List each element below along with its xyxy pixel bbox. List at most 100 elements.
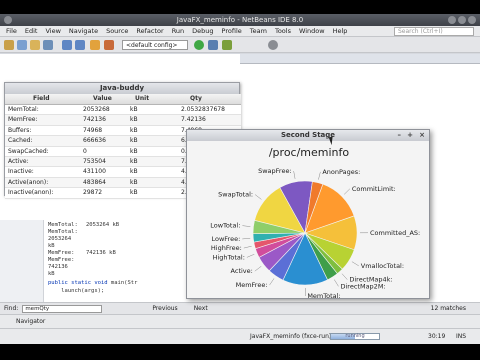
- close-icon[interactable]: ×: [419, 130, 425, 141]
- build-icon[interactable]: [90, 40, 100, 50]
- menu-help[interactable]: Help: [329, 26, 352, 36]
- pie-slice-label: Committed_AS:: [370, 229, 420, 237]
- menu-view[interactable]: View: [41, 26, 64, 36]
- pie-slice-label: AnonPages:: [322, 168, 360, 176]
- column-qty[interactable]: Qty: [190, 94, 202, 104]
- profile-icon[interactable]: [222, 40, 232, 50]
- window-menu-icon[interactable]: [4, 16, 12, 24]
- menu-window[interactable]: Window: [295, 26, 329, 36]
- cell-field: Buffers:: [8, 126, 32, 134]
- pie-slice-label: SwapTotal:: [218, 191, 253, 199]
- pie-leader-line: [344, 188, 351, 195]
- clean-build-icon[interactable]: [104, 40, 114, 50]
- editor-tabs: [240, 54, 480, 64]
- second-stage-title: Second Stage: [280, 131, 336, 139]
- line-gutter: [0, 220, 44, 302]
- pie-slice-label: HighFree:: [211, 244, 242, 252]
- undo-icon[interactable]: [62, 40, 72, 50]
- find-input[interactable]: memQty: [22, 304, 103, 313]
- menu-refactor[interactable]: Refactor: [132, 26, 167, 36]
- navigator-bar: Navigator: [0, 314, 480, 328]
- menu-navigate[interactable]: Navigate: [65, 26, 102, 36]
- cell-field: MemFree:: [8, 116, 38, 124]
- pie-slice-label: LowFree:: [211, 235, 240, 243]
- column-unit[interactable]: Unit: [135, 94, 149, 104]
- table-row[interactable]: MemFree: 742136 kB 7.42136: [5, 115, 241, 126]
- pie-slice-label: MemTotal:: [307, 292, 340, 299]
- cell-value: 753504: [83, 158, 106, 165]
- gc-icon[interactable]: [268, 40, 278, 50]
- config-select[interactable]: <default config>: [122, 40, 188, 50]
- second-stage-titlebar: Second Stage – + ×: [187, 130, 429, 141]
- menu-profile[interactable]: Profile: [218, 26, 246, 36]
- new-file-icon[interactable]: [17, 40, 27, 50]
- pie-slice-label: DirectMap2M:: [341, 282, 386, 290]
- table-row[interactable]: MemTotal: 2053268 kB 2.0532837678: [5, 105, 241, 116]
- column-value[interactable]: Value: [93, 94, 112, 104]
- cell-unit: kB: [130, 189, 138, 197]
- cell-unit: kB: [130, 116, 138, 124]
- cell-unit: kB: [130, 178, 138, 186]
- menu-source[interactable]: Source: [102, 26, 132, 36]
- menu-edit[interactable]: Edit: [21, 26, 42, 36]
- cell-value: 0: [83, 147, 87, 155]
- insert-mode: INS: [456, 333, 467, 340]
- pie-slice-label: CommitLimit:: [352, 185, 396, 193]
- redo-icon[interactable]: [75, 40, 85, 50]
- pie-slice-label: HighTotal:: [213, 253, 245, 261]
- ide-title-bar: JavaFX_meminfo - NetBeans IDE 8.0: [0, 14, 480, 26]
- output-line: MemFree:: [48, 257, 75, 263]
- main-toolbar: <default config>: [0, 37, 480, 53]
- progress-label: running: [345, 333, 365, 339]
- new-project-icon[interactable]: [4, 40, 14, 50]
- menu-tools[interactable]: Tools: [271, 26, 295, 36]
- cell-field: MemTotal:: [8, 106, 39, 113]
- pie-leader-line: [293, 170, 296, 179]
- pie-leader-line: [318, 171, 321, 180]
- maximize-icon[interactable]: +: [407, 130, 413, 141]
- running-task: JavaFX_meminfo (fxce-run): [250, 333, 332, 340]
- cell-value: 431100: [83, 168, 106, 176]
- cell-qty: 7.42136: [181, 116, 206, 124]
- pie-leader-line: [254, 266, 262, 272]
- output-line: MemFree:: [48, 250, 75, 256]
- next-button[interactable]: Next: [194, 305, 208, 312]
- pie-slice-label: SwapFree:: [258, 167, 292, 175]
- open-project-icon[interactable]: [30, 40, 40, 50]
- top-letterbox: [0, 0, 480, 14]
- menu-team[interactable]: Team: [246, 26, 271, 36]
- navigator-tab[interactable]: Navigator: [16, 318, 45, 325]
- pie-leader-line: [334, 279, 339, 287]
- previous-button[interactable]: Previous: [152, 305, 177, 312]
- cell-unit: kB: [130, 137, 138, 145]
- bottom-letterbox: [0, 344, 480, 360]
- output-line: MemTotal:: [48, 229, 78, 235]
- cell-value: 742136: [83, 116, 106, 124]
- java-buddy-title: Java-buddy: [5, 83, 239, 94]
- save-all-icon[interactable]: [43, 40, 53, 50]
- maximize-icon[interactable]: [458, 16, 466, 24]
- menu-run[interactable]: Run: [168, 26, 188, 36]
- cell-field: SwapCached:: [8, 147, 49, 155]
- pie-leader-line: [341, 273, 348, 280]
- find-bar: Find: memQty Previous Next 12 matches: [0, 302, 480, 314]
- status-bar: JavaFX_meminfo (fxce-run) running 30:19 …: [0, 328, 480, 344]
- cell-value: 666636: [83, 137, 106, 145]
- run-icon[interactable]: [194, 40, 204, 50]
- cell-value: 483864: [83, 178, 106, 186]
- table-header: Field Value Unit Qty: [5, 94, 241, 105]
- cell-value: 29872: [83, 189, 103, 197]
- minimize-icon[interactable]: –: [398, 130, 402, 141]
- column-field[interactable]: Field: [33, 94, 50, 104]
- menu-file[interactable]: File: [2, 26, 21, 36]
- menu-debug[interactable]: Debug: [188, 26, 217, 36]
- cell-unit: kB: [130, 106, 138, 113]
- debug-icon[interactable]: [208, 40, 218, 50]
- output-line: kB: [48, 271, 55, 277]
- cell-unit: kB: [130, 158, 138, 165]
- minimize-icon[interactable]: [448, 16, 456, 24]
- search-input[interactable]: Search (Ctrl+I): [394, 27, 474, 36]
- close-icon[interactable]: [468, 16, 476, 24]
- cell-field: Cached:: [8, 137, 33, 145]
- output-value: 2053264 kB: [86, 222, 120, 228]
